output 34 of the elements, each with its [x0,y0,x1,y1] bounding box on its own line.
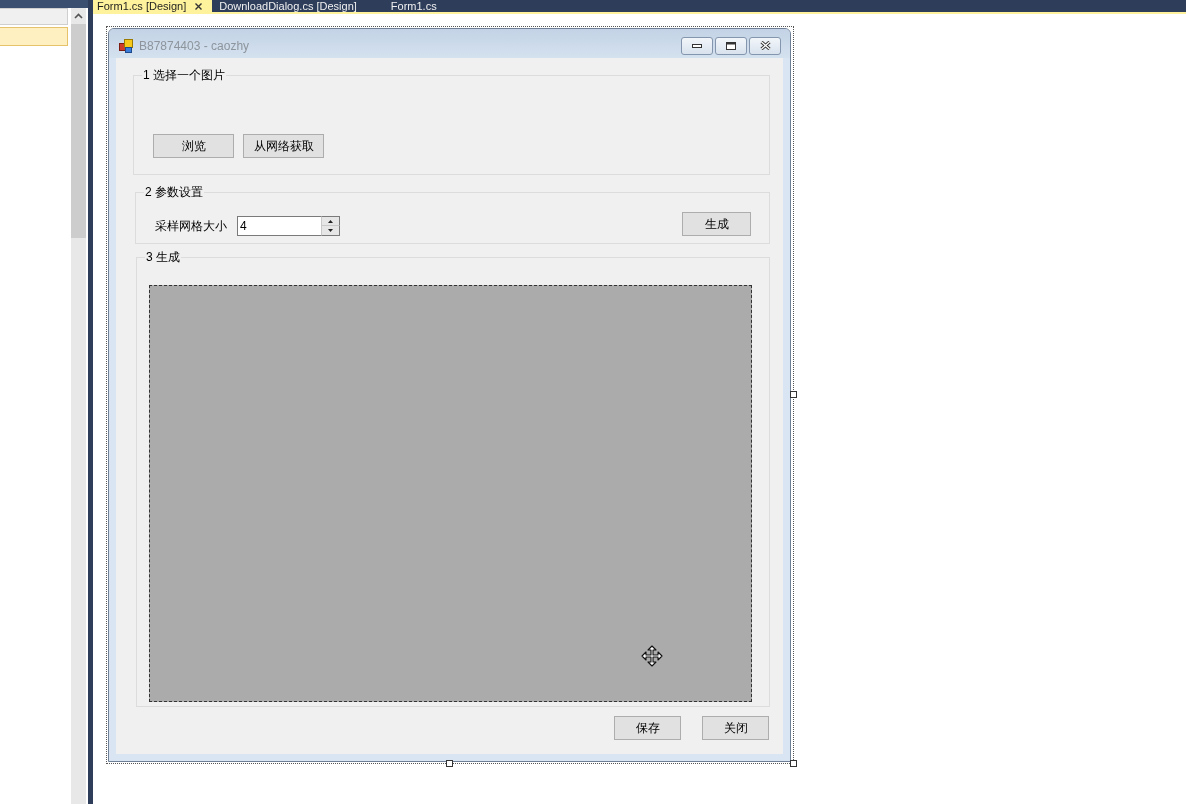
resize-handle[interactable] [790,760,797,767]
generate-button[interactable]: 生成 [682,212,751,236]
squares-icon [119,38,133,53]
browse-button[interactable]: 浏览 [153,134,234,158]
resize-handle[interactable] [790,391,797,398]
minimize-icon [692,43,702,48]
scrollbar[interactable] [71,8,86,804]
maximize-icon [726,41,736,50]
close-button[interactable] [749,36,781,55]
group-title: 1 选择一个图片 [142,68,226,82]
move-icon [641,645,663,667]
editor-tab[interactable]: Form1.cs [Design] [93,0,213,12]
spin-up-button[interactable] [321,216,340,226]
resize-handle[interactable] [446,760,453,767]
down-arrow-icon [328,229,333,232]
group-title: 3 生成 [145,250,181,264]
field-label: 采样网格大小 [155,218,227,235]
close-icon [195,2,203,10]
up-arrow-icon [328,219,333,223]
minimize-button[interactable] [681,36,713,55]
input-field[interactable] [0,8,68,25]
scrollbar-thumb[interactable] [71,24,86,238]
close-icon [759,41,771,50]
close-button[interactable]: 关闭 [702,716,769,740]
group-title: 2 参数设置 [144,185,204,199]
number-field[interactable]: 4 [237,216,321,236]
window-title: B87874403 - caozhy [139,38,250,53]
save-button[interactable]: 保存 [614,716,681,740]
spin-down-button[interactable] [321,226,340,236]
fetch-from-network-button[interactable]: 从网络获取 [243,134,324,158]
maximize-button[interactable] [715,36,747,55]
editor-tab[interactable]: DownloadDialog.cs [Design] [215,0,367,12]
chevron-up-icon [74,13,83,19]
editor-tab[interactable]: Form1.cs [386,0,447,12]
